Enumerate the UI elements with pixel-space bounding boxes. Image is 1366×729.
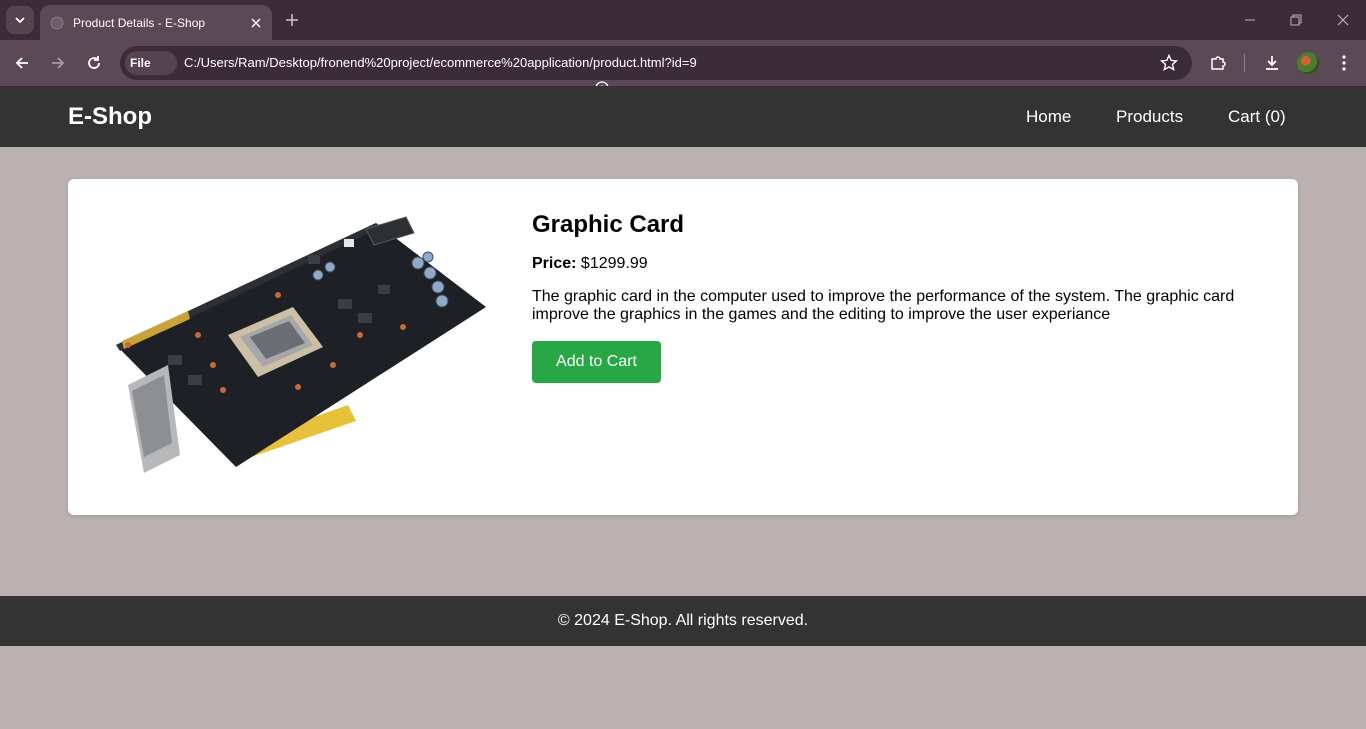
nav-link-cart[interactable]: Cart (0) bbox=[1228, 107, 1286, 127]
address-bar[interactable]: File C:/Users/Ram/Desktop/fronend%20proj… bbox=[120, 46, 1192, 95]
download-icon bbox=[1266, 56, 1278, 70]
footer-copyright: © 2024 E-Shop. All rights reserved. bbox=[557, 612, 809, 629]
url-text[interactable]: C:/Users/Ram/Desktop/fronend%20project/e… bbox=[184, 55, 697, 70]
price-value: $1299.99 bbox=[580, 255, 648, 272]
back-button[interactable] bbox=[10, 51, 34, 75]
tab-title: Product Details - E-Shop bbox=[73, 15, 206, 30]
close-icon bbox=[251, 17, 261, 28]
more-icon bbox=[1342, 55, 1346, 71]
avatar[interactable] bbox=[1297, 52, 1319, 74]
extensions-icon bbox=[1211, 56, 1226, 70]
product-info: Graphic Card Price: $1299.99 The graphic… bbox=[532, 209, 1262, 383]
new-tab-button[interactable] bbox=[282, 10, 302, 30]
product-card: Graphic Card Price: $1299.99 The graphic… bbox=[68, 179, 1298, 515]
toolbar-divider bbox=[1244, 54, 1245, 72]
site-footer: © 2024 E-Shop. All rights reserved. bbox=[0, 596, 1366, 646]
globe-icon bbox=[50, 16, 64, 29]
reload-button[interactable] bbox=[82, 51, 106, 75]
forward-button[interactable] bbox=[46, 51, 70, 75]
plus-icon bbox=[286, 14, 298, 26]
nav-link-products[interactable]: Products bbox=[1116, 107, 1183, 127]
chevron-down-icon bbox=[15, 17, 25, 24]
add-to-cart-button[interactable]: Add to Cart bbox=[532, 341, 661, 383]
reload-icon bbox=[88, 56, 100, 69]
browser-tab[interactable]: Product Details - E-Shop bbox=[40, 5, 272, 40]
site-chip-label: File bbox=[130, 56, 151, 70]
browser-tabstrip: Product Details - E-Shop bbox=[0, 0, 1366, 40]
back-icon bbox=[15, 57, 28, 69]
browser-toolbar: File C:/Users/Ram/Desktop/fronend%20proj… bbox=[0, 40, 1366, 95]
close-tab-button[interactable] bbox=[248, 15, 264, 31]
minimize-icon bbox=[1245, 19, 1255, 21]
tab-search-button[interactable] bbox=[6, 6, 34, 34]
site-info-chip[interactable]: File bbox=[125, 51, 609, 95]
restore-button[interactable] bbox=[1286, 10, 1306, 30]
site-header: E-Shop Home Products Cart (0) bbox=[0, 86, 1366, 147]
close-icon bbox=[1337, 14, 1349, 26]
product-image bbox=[116, 216, 486, 473]
price-label: Price: bbox=[532, 255, 577, 272]
site-logo[interactable]: E-Shop bbox=[68, 103, 152, 131]
star-icon[interactable] bbox=[1160, 54, 1178, 72]
menu-button[interactable] bbox=[1333, 52, 1355, 74]
close-window-button[interactable] bbox=[1333, 10, 1353, 30]
extensions-button[interactable] bbox=[1207, 52, 1229, 74]
forward-icon bbox=[52, 57, 65, 69]
minimize-button[interactable] bbox=[1240, 10, 1260, 30]
downloads-button[interactable] bbox=[1261, 52, 1283, 74]
product-description: The graphic card in the computer used to… bbox=[532, 288, 1235, 323]
price-row: Price: $1299.99 bbox=[532, 255, 1262, 273]
restore-icon bbox=[1290, 14, 1302, 26]
nav-link-home[interactable]: Home bbox=[1026, 107, 1071, 127]
product-title: Graphic Card bbox=[532, 211, 685, 238]
